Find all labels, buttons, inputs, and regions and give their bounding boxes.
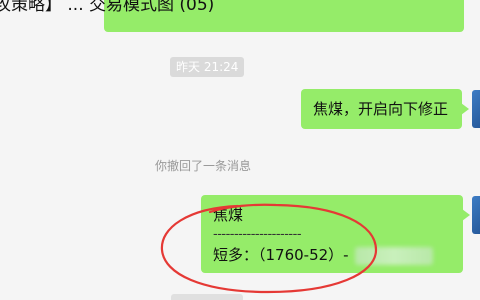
- avatar-icon[interactable]: [472, 196, 480, 234]
- chat-title: 攻策略】 ... 交易模式图 (05): [0, 0, 215, 15]
- avatar-icon[interactable]: [472, 90, 480, 128]
- chat-window: 攻策略】 ... 交易模式图 (05) 昨天 21:24 焦煤，开启向下修正 你…: [0, 0, 480, 300]
- bubble-tail: [461, 103, 469, 115]
- message-line-title: 焦煤: [213, 206, 244, 224]
- redacted-block: [354, 246, 433, 265]
- timestamp-chip-partial: [171, 294, 243, 300]
- bubble-tail: [462, 209, 470, 221]
- message-line-trade-text: 短多：（1760-52）-: [213, 246, 349, 264]
- message-line-divider: ---------------------: [213, 227, 302, 242]
- timestamp-chip: 昨天 21:24: [170, 57, 245, 77]
- recall-notice: 你撤回了一条消息: [155, 159, 252, 173]
- message-text: 焦煤，开启向下修正: [313, 100, 449, 118]
- message-line-trade: 短多：（1760-52）-: [213, 245, 451, 265]
- message-bubble-outgoing[interactable]: 焦煤 --------------------- 短多：（1760-52）-: [201, 195, 470, 273]
- message-bubble-outgoing[interactable]: 焦煤，开启向下修正: [301, 89, 469, 129]
